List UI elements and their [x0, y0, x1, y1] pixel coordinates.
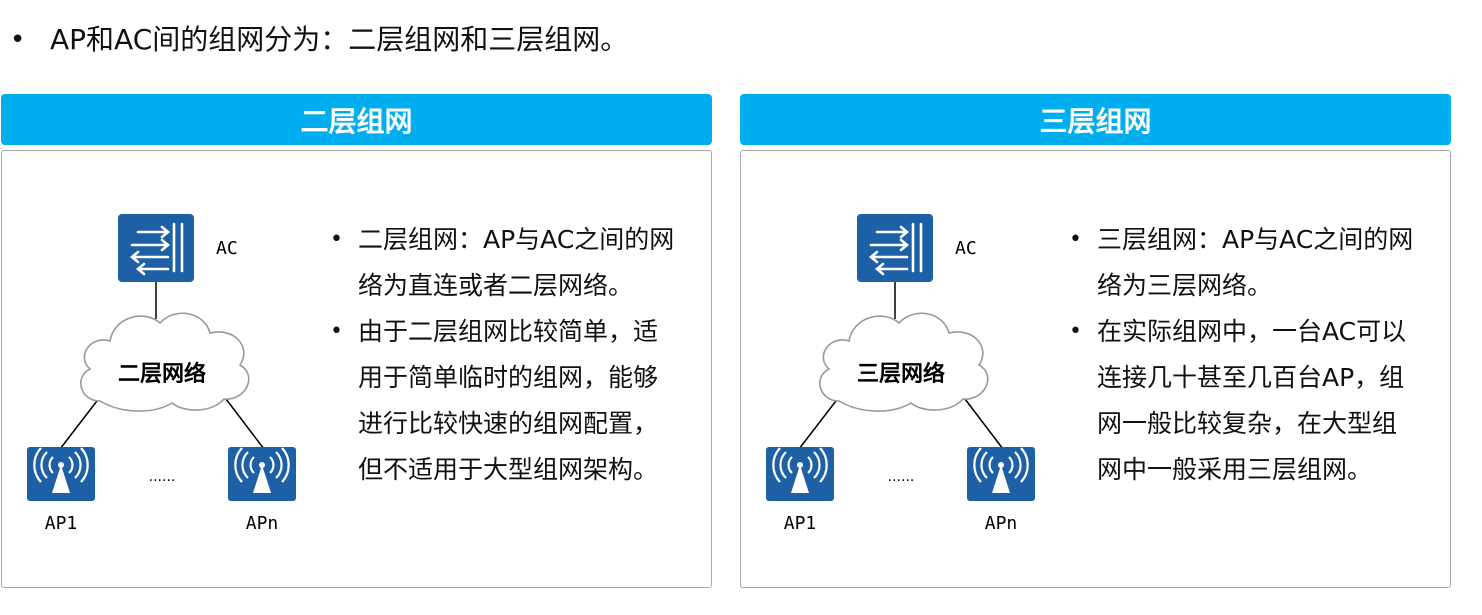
ap1-label: AP1 — [45, 513, 78, 534]
cloud-apn-link — [964, 398, 1004, 450]
desc-line: 但不适用于大型组网架构。 — [358, 455, 659, 484]
intro-text: AP和AC间的组网分为：二层组网和三层组网。 — [50, 23, 629, 56]
panel-box-layer3: AC 三层网络 AP1 ...... APn • 三层组网：AP与AC之间的网 … — [740, 150, 1451, 588]
panel-header-layer2: 二层组网 — [1, 94, 712, 145]
desc-item: • 在实际组网中，一台AC可以 连接几十甚至几百台AP，组 网一般比较复杂，在大… — [1069, 309, 1444, 493]
wireless-ap-icon — [27, 447, 95, 501]
intro-bullet: • — [10, 25, 26, 55]
panel-title-layer2: 二层组网 — [300, 104, 413, 138]
cloud-ap1-link — [59, 396, 101, 450]
panel-title-layer3: 三层组网 — [1039, 104, 1152, 138]
desc-line: 三层组网：AP与AC之间的网 — [1097, 225, 1414, 254]
desc-line: 在实际组网中，一台AC可以 — [1097, 317, 1407, 346]
panel-box-layer2: AC 二层网络 AP1 ...... APn • 二层组网：AP与AC之间的网 … — [1, 150, 712, 588]
cloud-label: 二层网络 — [118, 361, 206, 387]
panel-header-layer3: 三层组网 — [740, 94, 1451, 145]
desc-line: 络为直连或者二层网络。 — [358, 271, 634, 300]
desc-bullet: • — [1069, 227, 1082, 252]
desc-item: • 二层组网：AP与AC之间的网 络为直连或者二层网络。 — [330, 217, 705, 309]
apn-label: APn — [246, 513, 279, 534]
ellipsis: ...... — [149, 469, 176, 485]
switch-icon — [857, 214, 933, 282]
desc-line: 进行比较快速的组网配置， — [358, 409, 659, 438]
desc-bullet: • — [330, 227, 343, 252]
ap1-label: AP1 — [784, 513, 817, 534]
desc-line: 二层组网：AP与AC之间的网 — [358, 225, 675, 254]
wireless-ap-icon — [228, 447, 296, 501]
switch-icon — [118, 214, 194, 282]
desc-line: 络为三层网络。 — [1097, 271, 1273, 300]
apn-label: APn — [985, 513, 1018, 534]
desc-line: 由于二层组网比较简单，适 — [358, 317, 659, 346]
cloud-apn-link — [225, 398, 265, 450]
desc-line: 网中一般采用三层组网。 — [1097, 455, 1373, 484]
desc-item: • 三层组网：AP与AC之间的网 络为三层网络。 — [1069, 217, 1444, 309]
network-diagram-layer3: AC 三层网络 AP1 ...... APn — [766, 214, 1035, 534]
description-layer2: • 二层组网：AP与AC之间的网 络为直连或者二层网络。 • 由于二层组网比较简… — [330, 217, 705, 493]
desc-item: • 由于二层组网比较简单，适 用于简单临时的组网，能够 进行比较快速的组网配置，… — [330, 309, 705, 493]
desc-bullet: • — [1069, 319, 1082, 344]
description-layer3: • 三层组网：AP与AC之间的网 络为三层网络。 • 在实际组网中，一台AC可以… — [1069, 217, 1444, 493]
ac-label: AC — [216, 238, 238, 259]
desc-line: 连接几十甚至几百台AP，组 — [1097, 363, 1405, 392]
wireless-ap-icon — [766, 447, 834, 501]
desc-line: 网一般比较复杂，在大型组 — [1097, 409, 1398, 438]
wireless-ap-icon — [967, 447, 1035, 501]
cloud-label: 三层网络 — [857, 361, 945, 387]
ellipsis: ...... — [888, 469, 915, 485]
ac-label: AC — [955, 238, 977, 259]
network-diagram-layer2: AC 二层网络 AP1 ...... APn — [27, 214, 296, 534]
cloud-ap1-link — [798, 396, 840, 450]
intro-line: • AP和AC间的组网分为：二层组网和三层组网。 — [10, 20, 628, 60]
desc-bullet: • — [330, 319, 343, 344]
desc-line: 用于简单临时的组网，能够 — [358, 363, 659, 392]
